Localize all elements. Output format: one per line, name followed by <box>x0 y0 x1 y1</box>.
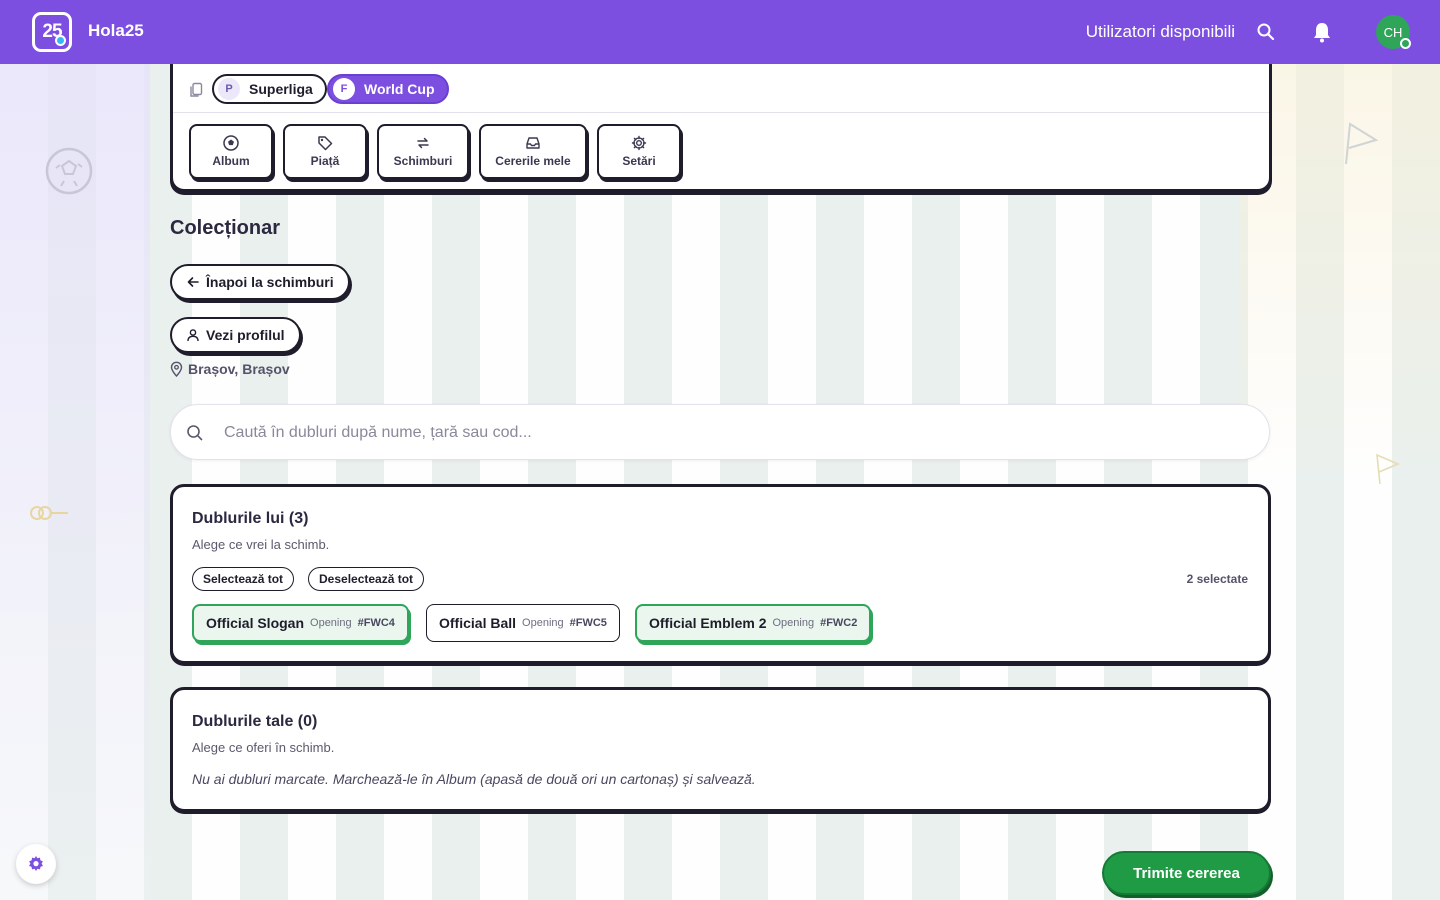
select-all-button[interactable]: Selectează tot <box>192 567 295 591</box>
view-profile-label: Vezi profilul <box>206 327 285 343</box>
league-tab-world-cup[interactable]: F World Cup <box>327 74 449 104</box>
his-duplicates-title: Dublurile lui (3) <box>192 510 309 527</box>
sticker-set: Opening <box>772 617 815 629</box>
sticker-code: #FWC2 <box>820 617 858 629</box>
nav-market-label: Piață <box>310 154 340 168</box>
back-to-trades-label: Înapoi la schimburi <box>206 274 334 290</box>
location-text: Brașov, Brașov <box>188 361 290 377</box>
league-badge: P <box>218 78 240 100</box>
nav-trades-label: Schimburi <box>393 154 453 168</box>
view-profile-button[interactable]: Vezi profilul <box>170 317 301 353</box>
empty-duplicates-note: Nu ai dubluri marcate. Marchează-le în A… <box>192 771 756 787</box>
sticker-name: Official Ball <box>439 615 517 631</box>
your-duplicates-title: Dublurile tale (0) <box>192 713 318 730</box>
back-to-trades-button[interactable]: Înapoi la schimburi <box>170 264 350 300</box>
brand-name[interactable]: Hola25 <box>88 21 144 41</box>
sticker-set: Opening <box>522 617 564 629</box>
duplicates-search <box>170 404 1270 460</box>
league-label: World Cup <box>364 81 435 97</box>
sticker-code: #FWC5 <box>569 617 607 629</box>
sticker-name: Official Slogan <box>206 615 305 631</box>
your-duplicates-subtitle: Alege ce oferi în schimb. <box>192 740 335 755</box>
user-icon <box>187 329 199 342</box>
inbox-icon <box>526 137 540 149</box>
navigation-card: P Superliga F World Cup Album Piață Schi… <box>170 64 1272 192</box>
avatar-initials: CH <box>1383 24 1403 40</box>
top-bar: 25 Hola25 Utilizatori disponibili CH <box>0 0 1440 64</box>
search-input[interactable] <box>224 419 1224 447</box>
user-location: Brașov, Brașov <box>170 361 290 377</box>
your-duplicates-section: Dublurile tale (0) Alege ce oferi în sch… <box>170 687 1271 812</box>
map-pin-icon <box>170 361 183 377</box>
sticker-chip[interactable]: Official Slogan Opening #FWC4 <box>192 604 409 642</box>
nav-settings-button[interactable]: Setări <box>597 124 681 179</box>
selected-count: 2 selectate <box>1186 572 1248 586</box>
arrow-left-icon <box>187 277 199 287</box>
page-title: Colecționar <box>170 217 281 239</box>
gear-icon <box>631 135 647 151</box>
sticker-chip[interactable]: Official Ball Opening #FWC5 <box>426 604 620 642</box>
floating-settings-button[interactable] <box>16 844 56 884</box>
online-status-indicator <box>1400 38 1411 49</box>
gear-icon <box>29 856 43 871</box>
his-duplicates-section: Dublurile lui (3) Alege ce vrei la schim… <box>170 484 1271 664</box>
bell-icon[interactable] <box>1312 21 1332 43</box>
sticker-code: #FWC4 <box>357 617 395 629</box>
search-icon <box>187 425 203 441</box>
league-tabs: P Superliga F World Cup <box>173 64 1269 113</box>
avatar[interactable]: CH <box>1376 15 1411 49</box>
nav-album-label: Album <box>212 154 250 168</box>
nav-album-button[interactable]: Album <box>189 124 273 179</box>
flag-decoration-icon <box>1345 122 1379 165</box>
tag-icon <box>318 136 333 151</box>
soccer-ball-icon <box>223 135 239 151</box>
whistle-decoration-icon <box>30 506 68 520</box>
app-logo[interactable]: 25 <box>32 12 72 52</box>
copy-icon[interactable] <box>189 82 203 98</box>
nav-requests-button[interactable]: Cererile mele <box>479 124 587 179</box>
sticker-name: Official Emblem 2 <box>649 615 767 631</box>
nav-market-button[interactable]: Piață <box>283 124 367 179</box>
exchange-icon <box>417 137 429 149</box>
available-users-link[interactable]: Utilizatori disponibili <box>1086 22 1235 42</box>
league-tab-superliga[interactable]: P Superliga <box>212 74 327 104</box>
nav-requests-label: Cererile mele <box>495 154 571 168</box>
deselect-all-button[interactable]: Deselectează tot <box>308 567 425 591</box>
logo-dot <box>55 35 66 46</box>
nav-trades-button[interactable]: Schimburi <box>377 124 469 179</box>
sticker-chip[interactable]: Official Emblem 2 Opening #FWC2 <box>635 604 872 642</box>
league-badge: F <box>333 78 355 100</box>
soccer-ball-decoration-icon <box>45 147 93 195</box>
league-label: Superliga <box>249 81 313 97</box>
nav-settings-label: Setări <box>622 154 656 168</box>
his-duplicates-subtitle: Alege ce vrei la schimb. <box>192 537 330 552</box>
search-icon[interactable] <box>1256 22 1276 42</box>
send-request-button[interactable]: Trimite cererea <box>1102 851 1271 895</box>
sticker-set: Opening <box>310 617 352 629</box>
flag-decoration-small-icon <box>1376 453 1401 485</box>
